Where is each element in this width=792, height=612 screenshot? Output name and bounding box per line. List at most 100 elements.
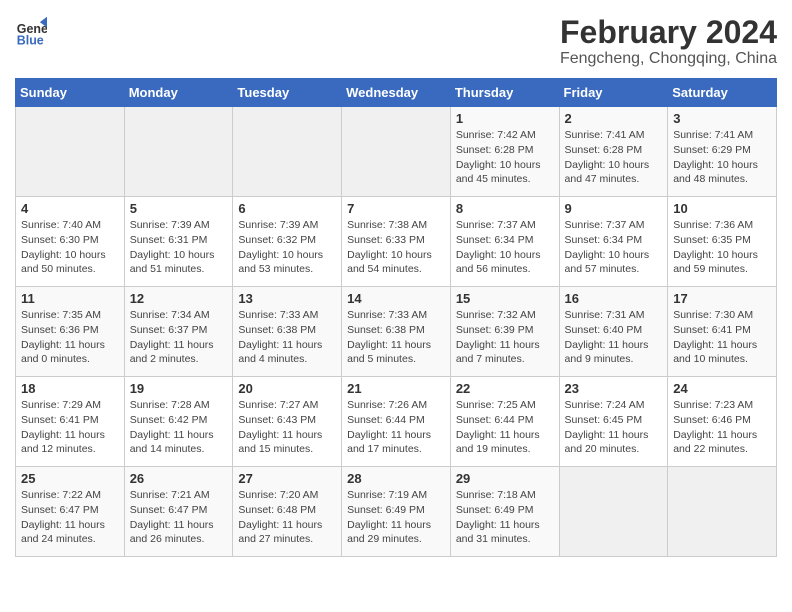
calendar-cell: 18 Sunrise: 7:29 AM Sunset: 6:41 PM Dayli… — [16, 377, 125, 467]
day-info: Sunrise: 7:18 AM Sunset: 6:49 PM Dayligh… — [456, 488, 554, 547]
day-info: Sunrise: 7:30 AM Sunset: 6:41 PM Dayligh… — [673, 308, 771, 367]
calendar-week-row: 11 Sunrise: 7:35 AM Sunset: 6:36 PM Dayli… — [16, 287, 777, 377]
day-of-week-header: Tuesday — [233, 79, 342, 107]
calendar-title: February 2024 — [560, 15, 777, 50]
calendar-cell: 2 Sunrise: 7:41 AM Sunset: 6:28 PM Daylig… — [559, 107, 668, 197]
day-number: 17 — [673, 291, 771, 306]
day-number: 2 — [565, 111, 663, 126]
day-info: Sunrise: 7:25 AM Sunset: 6:44 PM Dayligh… — [456, 398, 554, 457]
day-info: Sunrise: 7:26 AM Sunset: 6:44 PM Dayligh… — [347, 398, 445, 457]
day-info: Sunrise: 7:22 AM Sunset: 6:47 PM Dayligh… — [21, 488, 119, 547]
day-info: Sunrise: 7:33 AM Sunset: 6:38 PM Dayligh… — [238, 308, 336, 367]
day-number: 25 — [21, 471, 119, 486]
calendar-cell: 21 Sunrise: 7:26 AM Sunset: 6:44 PM Dayli… — [342, 377, 451, 467]
calendar-week-row: 25 Sunrise: 7:22 AM Sunset: 6:47 PM Dayli… — [16, 467, 777, 557]
day-number: 26 — [130, 471, 228, 486]
calendar-cell — [16, 107, 125, 197]
day-info: Sunrise: 7:24 AM Sunset: 6:45 PM Dayligh… — [565, 398, 663, 457]
day-info: Sunrise: 7:19 AM Sunset: 6:49 PM Dayligh… — [347, 488, 445, 547]
calendar-cell: 11 Sunrise: 7:35 AM Sunset: 6:36 PM Dayli… — [16, 287, 125, 377]
calendar-week-row: 1Sunrise: 7:42 AM Sunset: 6:28 PM Daylig… — [16, 107, 777, 197]
day-info: Sunrise: 7:35 AM Sunset: 6:36 PM Dayligh… — [21, 308, 119, 367]
day-number: 19 — [130, 381, 228, 396]
day-info: Sunrise: 7:34 AM Sunset: 6:37 PM Dayligh… — [130, 308, 228, 367]
calendar-cell: 9Sunrise: 7:37 AM Sunset: 6:34 PM Daylig… — [559, 197, 668, 287]
day-number: 28 — [347, 471, 445, 486]
day-number: 24 — [673, 381, 771, 396]
calendar-cell — [668, 467, 777, 557]
day-number: 3 — [673, 111, 771, 126]
day-number: 14 — [347, 291, 445, 306]
day-info: Sunrise: 7:31 AM Sunset: 6:40 PM Dayligh… — [565, 308, 663, 367]
day-number: 6 — [238, 201, 336, 216]
day-info: Sunrise: 7:39 AM Sunset: 6:31 PM Dayligh… — [130, 218, 228, 277]
day-number: 18 — [21, 381, 119, 396]
day-info: Sunrise: 7:33 AM Sunset: 6:38 PM Dayligh… — [347, 308, 445, 367]
calendar-cell — [559, 467, 668, 557]
calendar-cell — [233, 107, 342, 197]
day-number: 13 — [238, 291, 336, 306]
day-info: Sunrise: 7:29 AM Sunset: 6:41 PM Dayligh… — [21, 398, 119, 457]
calendar-cell: 17 Sunrise: 7:30 AM Sunset: 6:41 PM Dayli… — [668, 287, 777, 377]
day-number: 21 — [347, 381, 445, 396]
day-info: Sunrise: 7:23 AM Sunset: 6:46 PM Dayligh… — [673, 398, 771, 457]
day-number: 5 — [130, 201, 228, 216]
calendar-cell: 13 Sunrise: 7:33 AM Sunset: 6:38 PM Dayli… — [233, 287, 342, 377]
day-info: Sunrise: 7:41 AM Sunset: 6:28 PM Dayligh… — [565, 128, 663, 187]
day-info: Sunrise: 7:37 AM Sunset: 6:34 PM Dayligh… — [456, 218, 554, 277]
svg-text:Blue: Blue — [17, 33, 44, 47]
calendar-cell: 27 Sunrise: 7:20 AM Sunset: 6:48 PM Dayli… — [233, 467, 342, 557]
day-number: 10 — [673, 201, 771, 216]
day-number: 8 — [456, 201, 554, 216]
day-number: 4 — [21, 201, 119, 216]
day-of-week-header: Sunday — [16, 79, 125, 107]
day-number: 27 — [238, 471, 336, 486]
calendar-cell: 3Sunrise: 7:41 AM Sunset: 6:29 PM Daylig… — [668, 107, 777, 197]
day-info: Sunrise: 7:32 AM Sunset: 6:39 PM Dayligh… — [456, 308, 554, 367]
calendar-cell: 28 Sunrise: 7:19 AM Sunset: 6:49 PM Dayli… — [342, 467, 451, 557]
calendar-cell: 10 Sunrise: 7:36 AM Sunset: 6:35 PM Dayli… — [668, 197, 777, 287]
calendar-cell: 6Sunrise: 7:39 AM Sunset: 6:32 PM Daylig… — [233, 197, 342, 287]
day-info: Sunrise: 7:27 AM Sunset: 6:43 PM Dayligh… — [238, 398, 336, 457]
calendar-cell: 22 Sunrise: 7:25 AM Sunset: 6:44 PM Dayli… — [450, 377, 559, 467]
calendar-cell: 26Sunrise: 7:21 AM Sunset: 6:47 PM Dayli… — [124, 467, 233, 557]
day-number: 15 — [456, 291, 554, 306]
day-info: Sunrise: 7:20 AM Sunset: 6:48 PM Dayligh… — [238, 488, 336, 547]
day-of-week-header: Monday — [124, 79, 233, 107]
day-info: Sunrise: 7:36 AM Sunset: 6:35 PM Dayligh… — [673, 218, 771, 277]
day-number: 9 — [565, 201, 663, 216]
calendar-cell: 15 Sunrise: 7:32 AM Sunset: 6:39 PM Dayli… — [450, 287, 559, 377]
day-info: Sunrise: 7:40 AM Sunset: 6:30 PM Dayligh… — [21, 218, 119, 277]
calendar-cell: 23 Sunrise: 7:24 AM Sunset: 6:45 PM Dayli… — [559, 377, 668, 467]
calendar-cell: 1Sunrise: 7:42 AM Sunset: 6:28 PM Daylig… — [450, 107, 559, 197]
calendar-cell: 8 Sunrise: 7:37 AM Sunset: 6:34 PM Daylig… — [450, 197, 559, 287]
day-info: Sunrise: 7:38 AM Sunset: 6:33 PM Dayligh… — [347, 218, 445, 277]
day-number: 7 — [347, 201, 445, 216]
calendar-header: SundayMondayTuesdayWednesdayThursdayFrid… — [16, 79, 777, 107]
day-info: Sunrise: 7:28 AM Sunset: 6:42 PM Dayligh… — [130, 398, 228, 457]
calendar-cell: 12 Sunrise: 7:34 AM Sunset: 6:37 PM Dayli… — [124, 287, 233, 377]
day-of-week-header: Friday — [559, 79, 668, 107]
logo: General Blue — [15, 15, 47, 47]
day-number: 16 — [565, 291, 663, 306]
day-number: 23 — [565, 381, 663, 396]
day-number: 12 — [130, 291, 228, 306]
calendar-cell: 29Sunrise: 7:18 AM Sunset: 6:49 PM Dayli… — [450, 467, 559, 557]
day-of-week-header: Wednesday — [342, 79, 451, 107]
calendar-table: SundayMondayTuesdayWednesdayThursdayFrid… — [15, 78, 777, 557]
day-number: 22 — [456, 381, 554, 396]
calendar-cell: 14 Sunrise: 7:33 AM Sunset: 6:38 PM Dayli… — [342, 287, 451, 377]
calendar-cell: 7 Sunrise: 7:38 AM Sunset: 6:33 PM Daylig… — [342, 197, 451, 287]
day-of-week-header: Thursday — [450, 79, 559, 107]
day-of-week-header: Saturday — [668, 79, 777, 107]
title-block: February 2024 Fengcheng, Chongqing, Chin… — [560, 15, 777, 68]
day-header-row: SundayMondayTuesdayWednesdayThursdayFrid… — [16, 79, 777, 107]
calendar-week-row: 4 Sunrise: 7:40 AM Sunset: 6:30 PM Daylig… — [16, 197, 777, 287]
calendar-body: 1Sunrise: 7:42 AM Sunset: 6:28 PM Daylig… — [16, 107, 777, 557]
calendar-cell — [124, 107, 233, 197]
page-header: General Blue February 2024 Fengcheng, Ch… — [15, 15, 777, 68]
calendar-cell: 5 Sunrise: 7:39 AM Sunset: 6:31 PM Daylig… — [124, 197, 233, 287]
day-number: 11 — [21, 291, 119, 306]
day-number: 1 — [456, 111, 554, 126]
calendar-cell: 25 Sunrise: 7:22 AM Sunset: 6:47 PM Dayli… — [16, 467, 125, 557]
